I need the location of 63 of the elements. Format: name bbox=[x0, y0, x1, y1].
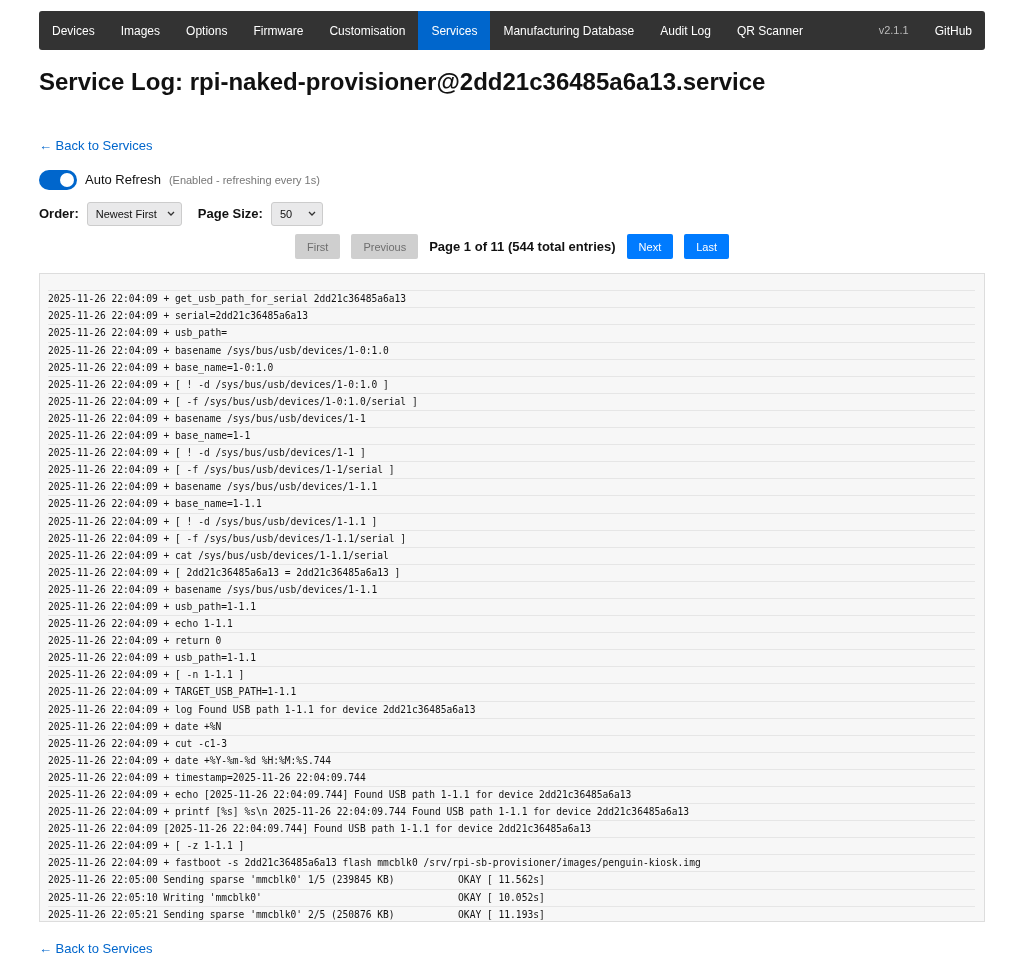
page-info: Page 1 of 11 (544 total entries) bbox=[429, 238, 616, 257]
log-line: 2025-11-26 22:04:09 + [ ! -d /sys/bus/usb/devices/1-1.1 ] bbox=[48, 513, 975, 531]
pagination-button[interactable]: Next bbox=[626, 234, 674, 260]
log-line: 2025-11-26 22:04:09 + log Found USB path 1-1.1 for device 2dd21c36485a6a13 bbox=[48, 701, 975, 719]
log-line: 2025-11-26 22:04:09 + echo 1-1.1 bbox=[48, 616, 975, 634]
log-line: 2025-11-26 22:04:09 + basename /sys/bus/usb/devices/1-1.1 bbox=[48, 479, 975, 497]
log-line: 2025-11-26 22:04:09 + serial=2dd21c36485a6a13 bbox=[48, 308, 975, 326]
log-line: 2025-11-26 22:04:09 + [ -f /sys/bus/usb/devices/1-1/serial ] bbox=[48, 462, 975, 480]
log-line: 2025-11-26 22:04:09 + [ -f /sys/bus/usb/devices/1-0:1.0/serial ] bbox=[48, 393, 975, 411]
nav-tab[interactable]: Firmware bbox=[240, 11, 317, 50]
refresh-status: (Enabled - refreshing every 1s) bbox=[168, 172, 320, 188]
log-line: 2025-11-26 22:04:09 + [ ! -d /sys/bus/usb/devices/1-0:1.0 ] bbox=[48, 376, 975, 394]
chevron-down-icon bbox=[308, 211, 317, 218]
log-line: 2025-11-26 22:04:09 + timestamp=2025-11-26 22:04:09.744 bbox=[48, 769, 975, 787]
log-line: 2025-11-26 22:04:09 + [ -f /sys/bus/usb/devices/1-1.1/serial ] bbox=[48, 530, 975, 548]
nav-tab[interactable]: QR Scanner bbox=[723, 11, 816, 50]
page-size-select[interactable]: 50 bbox=[270, 201, 324, 227]
log-line: 2025-11-26 22:04:09 + base_name=1-1 bbox=[48, 428, 975, 446]
page-size-label: Page Size: bbox=[197, 205, 263, 224]
log-line: 2025-11-26 22:04:09 + date +%Y-%m-%d %H:%M:%S.744 bbox=[48, 752, 975, 770]
back-link[interactable]: ← Back to Services bbox=[39, 941, 153, 955]
log-line: 2025-11-26 22:04:09 + [ 2dd21c36485a6a13 = 2dd21c36485a6a13 ] bbox=[48, 564, 975, 582]
nav-tab[interactable]: Manufacturing Database bbox=[490, 11, 648, 50]
log-line: 2025-11-26 22:05:00 Sending sparse 'mmcblk0' 1/5 (239845 KB) OKAY [ 11.562s] bbox=[48, 872, 975, 890]
log-line: 2025-11-26 22:04:09 + echo [2025-11-26 22:04:09.744] Found USB path 1-1.1 for device 2dd21c36485a6a13 bbox=[48, 787, 975, 805]
log-line: 2025-11-26 22:04:09 + printf [%s] %s\n 2025-11-26 22:04:09.744 Found USB path 1-1.1 for device 2dd21c36485a6a13 bbox=[48, 804, 975, 822]
nav-tab[interactable]: Services bbox=[418, 11, 491, 50]
log-line: 2025-11-26 22:04:09 + basename /sys/bus/usb/devices/1-1 bbox=[48, 410, 975, 429]
log-line: 2025-11-26 22:04:09 + usb_path=1-1.1 bbox=[48, 650, 975, 668]
log-line: 2025-11-26 22:04:09 + basename /sys/bus/usb/devices/1-0:1.0 bbox=[48, 342, 975, 360]
version-label: v2.1.1 bbox=[877, 23, 910, 39]
log-line: 2025-11-26 22:04:09 + cat /sys/bus/usb/devices/1-1.1/serial bbox=[48, 547, 975, 565]
log-line: 2025-11-26 22:04:09 + fastboot -s 2dd21c36485a6a13 flash mmcblk0 /srv/rpi-sb-provisioner/images/penguin-kiosk.img bbox=[48, 855, 975, 873]
nav-tab[interactable]: Customisation bbox=[316, 11, 419, 50]
github-link[interactable]: GitHub bbox=[921, 11, 985, 50]
log-line: 2025-11-26 22:04:09 + [ ! -d /sys/bus/usb/devices/1-1 ] bbox=[48, 445, 975, 463]
log-line: 2025-11-26 22:04:09 + basename /sys/bus/usb/devices/1-1.1 bbox=[48, 581, 975, 599]
auto-refresh-label: Auto Refresh bbox=[85, 171, 161, 190]
log-line: 2025-11-26 22:04:09 + base_name=1-1.1 bbox=[48, 496, 975, 514]
log-line: 2025-11-26 22:04:09 + usb_path=1-1.1 bbox=[48, 599, 975, 617]
log-line: 2025-11-26 22:04:09 + get_usb_path_for_serial 2dd21c36485a6a13 bbox=[48, 291, 975, 309]
pagination-button[interactable]: Last bbox=[684, 234, 729, 260]
log-line: 2025-11-26 22:04:09 + TARGET_USB_PATH=1-1.1 bbox=[48, 684, 975, 702]
nav-tab[interactable]: Audit Log bbox=[647, 11, 724, 50]
nav-tab[interactable]: Images bbox=[107, 11, 174, 50]
page-title: Service Log: rpi-naked-provisioner@2dd21c36485a6a13.service bbox=[39, 68, 767, 97]
log-line: 2025-11-26 22:04:09 [2025-11-26 22:04:09.744] Found USB path 1-1.1 for device 2dd21c36485a6a13 bbox=[48, 821, 975, 839]
log-line: 2025-11-26 22:04:09 + [ -n 1-1.1 ] bbox=[48, 667, 975, 685]
log-line: 2025-11-26 22:05:21 Sending sparse 'mmcblk0' 2/5 (250876 KB) OKAY [ 11.193s] bbox=[48, 906, 975, 922]
log-line: 2025-11-26 22:04:09 + usb_path= bbox=[48, 325, 975, 343]
nav-tab[interactable]: Devices bbox=[39, 11, 108, 50]
order-label: Order: bbox=[39, 205, 79, 224]
log-line: 2025-11-26 22:04:09 + [ -z 1-1.1 ] bbox=[48, 838, 975, 856]
auto-refresh-toggle[interactable] bbox=[39, 169, 77, 190]
log-line: 2025-11-26 22:05:10 Writing 'mmcblk0' OKAY [ 10.052s] bbox=[48, 889, 975, 907]
back-link[interactable]: ← Back to Services bbox=[39, 137, 153, 153]
nav-tab[interactable]: Options bbox=[173, 11, 241, 50]
chevron-down-icon bbox=[166, 211, 175, 218]
log-line: 2025-11-26 22:04:09 + cut -c1-3 bbox=[48, 735, 975, 753]
log-line: 2025-11-26 22:04:09 + date +%N bbox=[48, 718, 975, 736]
log-line: 2025-11-26 22:04:09 + base_name=1-0:1.0 bbox=[48, 359, 975, 377]
order-select[interactable]: Newest First bbox=[86, 201, 182, 227]
log-line: 2025-11-26 22:04:09 + return 0 bbox=[48, 633, 975, 651]
